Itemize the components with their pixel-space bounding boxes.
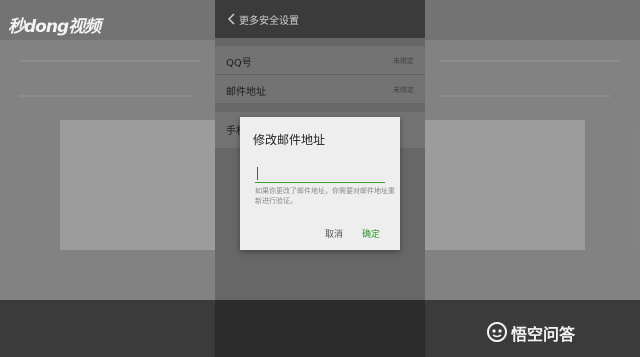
- email-field[interactable]: [255, 166, 385, 183]
- text-cursor: [257, 167, 258, 180]
- confirm-button[interactable]: 确定: [362, 227, 380, 240]
- cancel-button[interactable]: 取消: [325, 227, 343, 240]
- dialog-title: 修改邮件地址: [253, 133, 326, 147]
- wukong-logo-icon: [487, 322, 507, 342]
- edit-email-dialog: 修改邮件地址 如果你更改了邮件地址，你需要对邮件地址重新进行验证。 取消 确定: [240, 117, 400, 250]
- dialog-hint: 如果你更改了邮件地址，你需要对邮件地址重新进行验证。: [255, 187, 395, 205]
- watermark-left: 秒dong视频: [8, 17, 101, 37]
- watermark-right: 悟空问答: [511, 325, 576, 344]
